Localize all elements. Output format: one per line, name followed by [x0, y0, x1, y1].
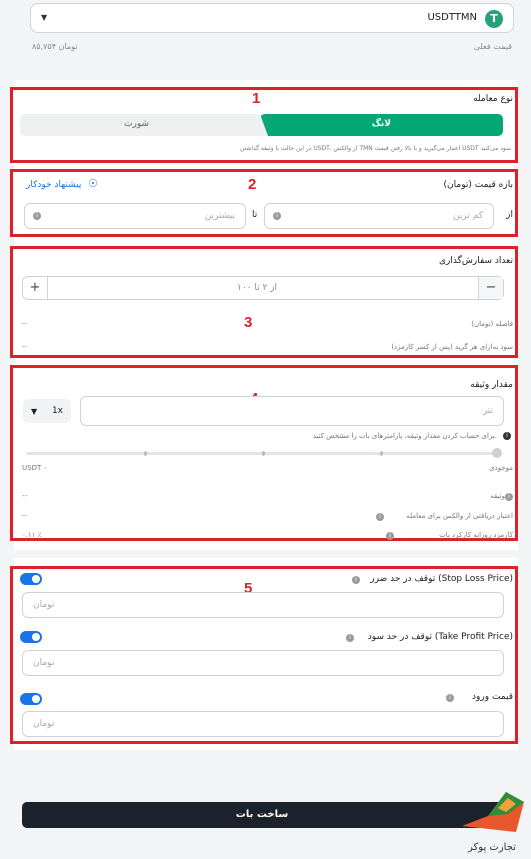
- info-icon: i: [33, 212, 41, 220]
- create-bot-button-label: ساخت بات: [235, 809, 289, 820]
- trade-type-note: در این حالت با وثیقه گذاشتن USDT، از وال…: [239, 145, 513, 152]
- lightbulb-icon[interactable]: ☉: [88, 177, 98, 190]
- max-price-field[interactable]: [25, 204, 245, 228]
- stop-loss-toggle[interactable]: [20, 573, 42, 585]
- collateral-hint: برای حساب کردن مقدار وثیقه، پارامترهای ب…: [312, 432, 497, 440]
- leverage-value: 1x: [51, 406, 63, 416]
- collateral-field[interactable]: [81, 397, 503, 425]
- stop-loss-label: توقف در حد ضرر (Stop Loss Price): [370, 574, 513, 584]
- balance-value: USDT ۰: [22, 464, 48, 472]
- fee-label: کارمزد روزانه کارکرد بات: [439, 531, 513, 539]
- annotation-number-3: 3: [244, 314, 253, 331]
- asset-pair-label: USDTTMN: [427, 12, 477, 23]
- info-icon: i: [376, 513, 384, 521]
- slider-handle[interactable]: [492, 448, 502, 458]
- order-count-placeholder[interactable]: از ۲ تا ۱۰۰: [237, 283, 277, 293]
- order-count-stepper: + از ۲ تا ۱۰۰ −: [22, 276, 504, 300]
- auto-suggest-link[interactable]: پیشنهاد خودکار: [26, 180, 81, 190]
- collateral-slider[interactable]: [26, 448, 502, 458]
- take-profit-input[interactable]: [22, 650, 504, 676]
- asset-select[interactable]: ▼ USDTTMN T: [30, 3, 514, 33]
- annotation-number-2: 2: [248, 176, 257, 193]
- info-icon: i: [503, 432, 511, 440]
- watermark-text: تجارت پوکر: [468, 842, 516, 853]
- from-label: از: [506, 210, 513, 220]
- trade-type-title: نوع معامله: [473, 94, 513, 104]
- entry-price-toggle[interactable]: [20, 693, 42, 705]
- info-icon: i: [386, 532, 394, 540]
- entry-price-input[interactable]: [22, 711, 504, 737]
- credit-label: اعتبار دریافتی از والکس برای معامله: [406, 512, 513, 520]
- price-range-title: بازه قیمت (تومان): [443, 180, 513, 190]
- info-icon: i: [446, 694, 454, 702]
- take-profit-label: توقف در حد سود (Take Profit Price): [367, 632, 513, 642]
- slider-tick: [380, 451, 383, 456]
- leverage-select[interactable]: ▼ 1x: [22, 398, 72, 424]
- info-icon: i: [273, 212, 281, 220]
- info-icon: i: [505, 493, 513, 501]
- credit-value: --: [22, 512, 28, 520]
- watermark-logo: [462, 792, 524, 832]
- chevron-down-icon: ▼: [41, 13, 48, 22]
- minus-button[interactable]: −: [478, 277, 503, 299]
- collateral-title: مقدار وثیقه: [470, 380, 513, 390]
- grid-profit-value: --: [22, 343, 28, 351]
- take-profit-toggle[interactable]: [20, 631, 42, 643]
- collateral-input[interactable]: [80, 396, 504, 426]
- asset-panel: ▼ USDTTMN T قیمت فعلی ۸۵,۷۵۴ تومان: [14, 0, 518, 64]
- max-price-input[interactable]: i: [24, 203, 246, 229]
- entry-price-label: قیمت ورود: [472, 692, 513, 702]
- grid-distance-label: فاصله (تومان): [471, 320, 513, 328]
- entry-price-field[interactable]: [23, 712, 503, 736]
- trade-type-toggle: لانگ شورت: [20, 114, 503, 136]
- long-tab-label: لانگ: [371, 119, 391, 129]
- short-tab[interactable]: شورت: [124, 119, 149, 129]
- current-price-value: ۸۵,۷۵۴ تومان: [32, 42, 78, 51]
- slider-tick: [262, 451, 265, 456]
- grid-distance-value: --: [22, 320, 28, 328]
- grid-profit-label: سود به‌ازای هر گرید (پس از کسر کارمزد): [391, 343, 513, 351]
- slider-tick: [144, 451, 147, 456]
- collateral-amount-label: وثیقه: [490, 492, 505, 500]
- tether-icon: T: [485, 10, 503, 28]
- collateral-amount-value: --: [22, 492, 28, 500]
- order-count-title: تعداد سفارش‌گذاری: [438, 256, 513, 266]
- stop-loss-input[interactable]: [22, 592, 504, 618]
- current-price-label: قیمت فعلی: [473, 42, 512, 51]
- stop-loss-field[interactable]: [23, 593, 503, 617]
- fee-value: ۰.۱۱ ٪: [22, 531, 42, 539]
- plus-button[interactable]: +: [23, 277, 48, 299]
- info-icon: i: [346, 634, 354, 642]
- create-bot-button[interactable]: ساخت بات: [22, 802, 502, 828]
- annotation-number-1: 1: [252, 90, 261, 107]
- min-price-input[interactable]: i: [264, 203, 494, 229]
- balance-label: موجودی: [489, 464, 513, 472]
- min-price-field[interactable]: [265, 204, 493, 228]
- take-profit-field[interactable]: [23, 651, 503, 675]
- info-icon: i: [352, 576, 360, 584]
- chevron-down-icon: ▼: [31, 407, 38, 416]
- to-label: تا: [252, 210, 258, 220]
